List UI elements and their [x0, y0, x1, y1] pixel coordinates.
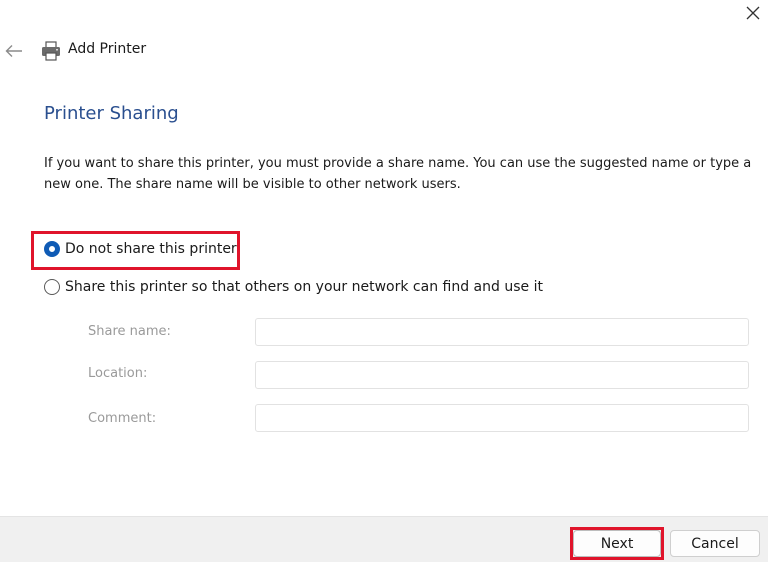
share-name-input[interactable]	[255, 318, 749, 346]
back-arrow-icon	[5, 45, 22, 57]
location-input[interactable]	[255, 361, 749, 389]
share-printer-radio[interactable]	[44, 279, 60, 295]
page-description: If you want to share this printer, you m…	[44, 156, 752, 192]
do-not-share-option[interactable]: Do not share this printer	[44, 241, 237, 257]
do-not-share-label: Do not share this printer	[65, 241, 237, 257]
comment-input[interactable]	[255, 404, 749, 432]
share-name-label: Share name:	[88, 324, 171, 339]
page-title: Printer Sharing	[44, 103, 179, 124]
next-button[interactable]: Next	[573, 530, 661, 557]
printer-icon	[42, 41, 60, 61]
share-printer-label: Share this printer so that others on you…	[65, 279, 543, 295]
add-printer-dialog: Add Printer Printer Sharing If you want …	[0, 0, 768, 562]
share-printer-option[interactable]: Share this printer so that others on you…	[44, 279, 543, 295]
location-label: Location:	[88, 366, 148, 381]
close-icon	[746, 6, 760, 20]
window-title: Add Printer	[68, 41, 147, 57]
close-button[interactable]	[738, 0, 768, 26]
comment-label: Comment:	[88, 411, 157, 426]
back-button[interactable]	[3, 40, 25, 62]
cancel-button[interactable]: Cancel	[670, 530, 760, 557]
do-not-share-radio[interactable]	[44, 241, 60, 257]
